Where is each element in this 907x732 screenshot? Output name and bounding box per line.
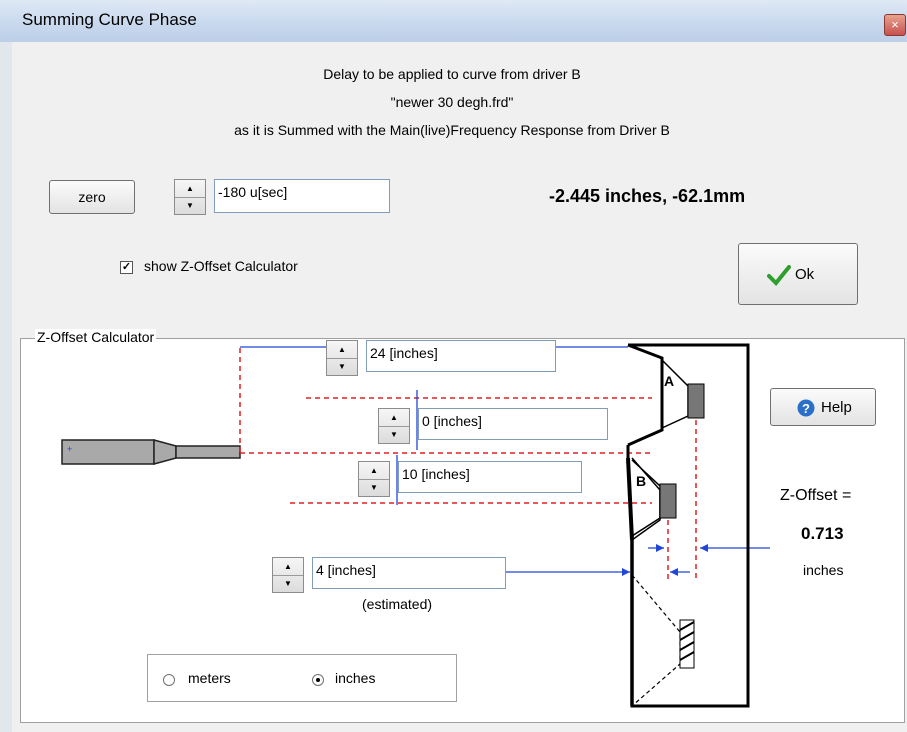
- help-button[interactable]: ? Help: [770, 388, 876, 426]
- svg-text:?: ?: [802, 401, 810, 416]
- microphone-body: [61, 439, 155, 465]
- inches-radio[interactable]: [312, 674, 324, 686]
- baffle-depth-input[interactable]: 4 [inches]: [312, 557, 506, 589]
- meters-radio[interactable]: [163, 674, 175, 686]
- baffle-depth-stepper[interactable]: ▲ ▼: [272, 557, 304, 593]
- estimated-label: (estimated): [362, 596, 433, 612]
- dimension-lines: [240, 346, 770, 573]
- dimension-arrows: [622, 544, 708, 576]
- mic-distance-input[interactable]: 24 [inches]: [366, 340, 556, 372]
- zoffset-label: Z-Offset =: [780, 487, 852, 504]
- inches-label: inches: [335, 670, 376, 686]
- driver-b-label: B: [636, 473, 646, 489]
- offset-b-input[interactable]: 10 [inches]: [398, 461, 582, 493]
- microphone-tip: [175, 445, 241, 459]
- offset-a-stepper[interactable]: ▲ ▼: [378, 408, 410, 444]
- meters-label: meters: [188, 670, 231, 686]
- stepper-up-icon[interactable]: ▲: [359, 462, 389, 480]
- woofer-icon: [631, 574, 695, 707]
- stepper-down-icon[interactable]: ▼: [273, 575, 303, 592]
- offset-b-stepper[interactable]: ▲ ▼: [358, 461, 390, 497]
- offset-a-input[interactable]: 0 [inches]: [418, 408, 608, 440]
- stepper-up-icon[interactable]: ▲: [327, 341, 357, 359]
- driver-a-icon: A: [661, 359, 705, 429]
- svg-text:+: +: [67, 444, 72, 454]
- zoffset-value: 0.713: [801, 524, 844, 543]
- stepper-up-icon[interactable]: ▲: [379, 409, 409, 427]
- zoffset-units: inches: [803, 562, 844, 578]
- help-label: Help: [821, 399, 852, 416]
- microphone-taper: [153, 439, 177, 465]
- stepper-down-icon[interactable]: ▼: [327, 358, 357, 375]
- stepper-down-icon[interactable]: ▼: [359, 479, 389, 496]
- question-icon: ?: [797, 399, 815, 417]
- stepper-down-icon[interactable]: ▼: [379, 426, 409, 443]
- driver-a-label: A: [664, 373, 674, 389]
- stepper-up-icon[interactable]: ▲: [273, 558, 303, 576]
- mic-distance-stepper[interactable]: ▲ ▼: [326, 340, 358, 376]
